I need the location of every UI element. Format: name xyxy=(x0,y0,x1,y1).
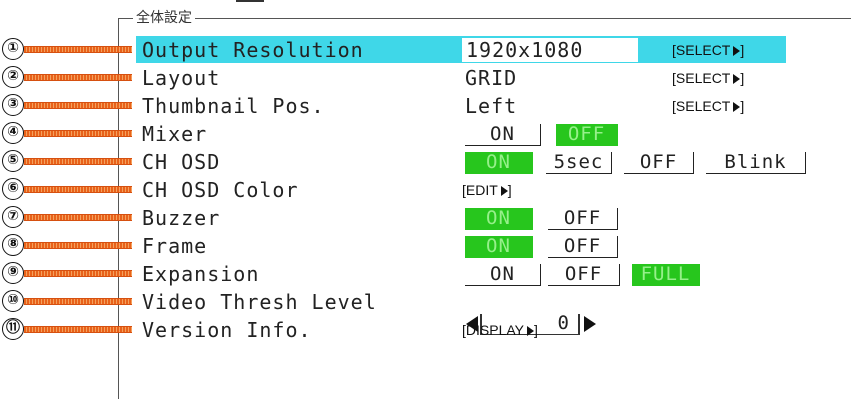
callout-line xyxy=(24,298,132,305)
callout-7: ⑦ xyxy=(2,205,132,229)
callout-1: ① xyxy=(2,37,132,61)
callout-9: ⑨ xyxy=(2,261,132,285)
callout-2: ② xyxy=(2,65,132,89)
callout-number: ① xyxy=(2,38,24,60)
ch-osd-on-option[interactable]: ON xyxy=(465,152,533,174)
video-thresh-level-value: 0 xyxy=(557,312,570,334)
buzzer-on-option[interactable]: ON xyxy=(465,208,533,230)
callout-number: ⑨ xyxy=(2,262,24,284)
expansion-full-option[interactable]: FULL xyxy=(632,264,700,286)
ch-osd-blink-option[interactable]: Blink xyxy=(706,152,806,174)
callout-line xyxy=(24,158,132,165)
ch-osd-color-edit-button[interactable]: [EDIT] xyxy=(462,178,512,202)
callout-11: ⑪ xyxy=(2,317,132,341)
bracket-close: ] xyxy=(507,182,512,198)
layout-select-button[interactable]: [SELECT] xyxy=(672,66,744,90)
label-thumbnail-pos[interactable]: Thumbnail Pos. xyxy=(142,94,325,118)
layout-value: GRID xyxy=(465,66,518,90)
expansion-on-option[interactable]: ON xyxy=(465,264,541,286)
label-buzzer[interactable]: Buzzer xyxy=(142,206,220,230)
triangle-right-icon[interactable] xyxy=(584,316,596,332)
mixer-off-option[interactable]: OFF xyxy=(556,124,618,146)
select-label: [SELECT xyxy=(672,70,731,86)
thumbnail-pos-select-button[interactable]: [SELECT] xyxy=(672,94,744,118)
callout-line xyxy=(24,326,132,333)
callout-4: ④ xyxy=(2,121,132,145)
callout-number: ⑤ xyxy=(2,150,24,172)
callout-line xyxy=(24,242,132,249)
buzzer-off-option[interactable]: OFF xyxy=(548,208,618,230)
callout-line xyxy=(24,130,132,137)
label-output-resolution[interactable]: Output Resolution xyxy=(142,38,364,62)
callout-8: ⑧ xyxy=(2,233,132,257)
label-version-info[interactable]: Version Info. xyxy=(142,318,312,342)
callout-3: ③ xyxy=(2,93,132,117)
select-label: [SELECT xyxy=(672,98,731,114)
ch-osd-5sec-option[interactable]: 5sec xyxy=(546,152,612,174)
frame-on-option[interactable]: ON xyxy=(465,236,533,258)
output-resolution-select-button[interactable]: [SELECT] xyxy=(672,38,744,62)
callout-number: ⑪ xyxy=(2,318,24,340)
label-frame[interactable]: Frame xyxy=(142,234,207,258)
bracket-close: ] xyxy=(740,42,745,58)
group-title: 全体設定 xyxy=(133,7,195,27)
callout-line xyxy=(24,214,132,221)
callout-10: ⑩ xyxy=(2,289,132,313)
callout-number: ⑧ xyxy=(2,234,24,256)
top-edge-mark xyxy=(236,0,264,2)
bracket-close: ] xyxy=(740,70,745,86)
label-video-thresh-level[interactable]: Video Thresh Level xyxy=(142,290,377,314)
ch-osd-off-option[interactable]: OFF xyxy=(624,152,694,174)
callout-number: ④ xyxy=(2,122,24,144)
callout-line xyxy=(24,74,132,81)
label-ch-osd-color[interactable]: CH OSD Color xyxy=(142,178,299,202)
mixer-on-option[interactable]: ON xyxy=(465,124,541,146)
edit-label: [EDIT xyxy=(462,182,498,198)
frame-off-option[interactable]: OFF xyxy=(548,236,618,258)
version-info-display-button[interactable]: [DISPLAY] xyxy=(462,318,538,342)
callout-number: ⑦ xyxy=(2,206,24,228)
expansion-off-option[interactable]: OFF xyxy=(548,264,620,286)
label-expansion[interactable]: Expansion xyxy=(142,262,259,286)
callout-5: ⑤ xyxy=(2,149,132,173)
callout-6: ⑥ xyxy=(2,177,132,201)
callout-line xyxy=(24,102,132,109)
triangle-right-icon xyxy=(500,186,508,196)
display-label: [DISPLAY xyxy=(462,322,524,338)
label-ch-osd[interactable]: CH OSD xyxy=(142,150,220,174)
select-label: [SELECT xyxy=(672,42,731,58)
triangle-right-icon xyxy=(527,326,534,336)
callout-number: ② xyxy=(2,66,24,88)
bracket-close: ] xyxy=(534,322,538,338)
output-resolution-value-box[interactable]: 1920x1080 xyxy=(462,38,638,62)
callout-line xyxy=(24,46,132,53)
thumbnail-pos-value: Left xyxy=(465,94,518,118)
callout-number: ⑥ xyxy=(2,178,24,200)
callout-number: ③ xyxy=(2,94,24,116)
label-mixer[interactable]: Mixer xyxy=(142,122,207,146)
callout-number: ⑩ xyxy=(2,290,24,312)
label-layout[interactable]: Layout xyxy=(142,66,220,90)
bracket-close: ] xyxy=(740,98,745,114)
callout-line xyxy=(24,186,132,193)
callout-line xyxy=(24,270,132,277)
output-resolution-value: 1920x1080 xyxy=(466,38,584,62)
